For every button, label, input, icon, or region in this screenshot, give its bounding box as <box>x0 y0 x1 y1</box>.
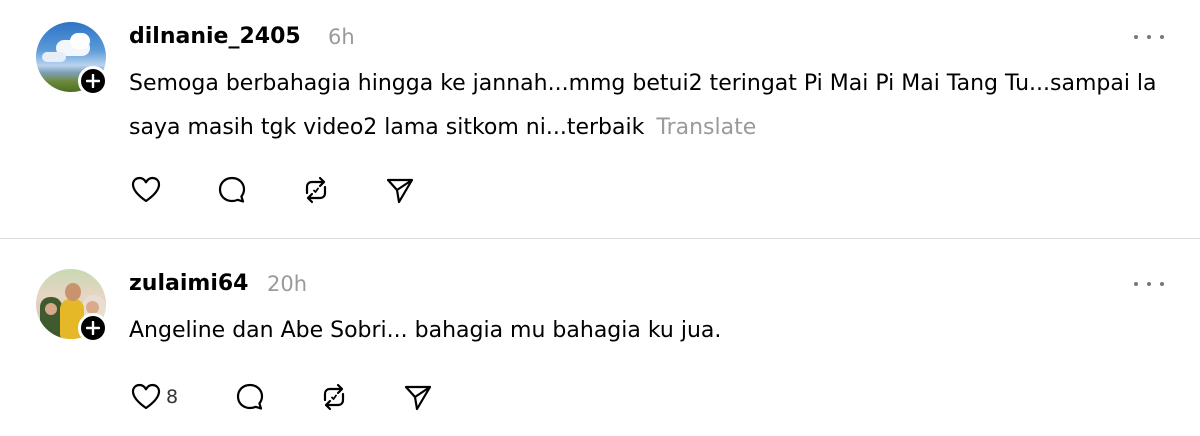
heart-icon <box>131 383 161 410</box>
repost-button[interactable] <box>300 173 332 207</box>
more-options-button[interactable] <box>1134 24 1164 50</box>
plus-icon <box>86 74 100 88</box>
like-count: 8 <box>166 386 179 408</box>
username[interactable]: zulaimi64 <box>129 267 248 301</box>
timestamp: 6h <box>328 25 355 49</box>
reply-button[interactable] <box>234 380 266 414</box>
heart-icon <box>131 176 161 203</box>
more-icon <box>1134 282 1138 286</box>
comment-icon <box>218 176 246 203</box>
share-button[interactable] <box>402 380 434 414</box>
like-button[interactable] <box>130 173 162 207</box>
comment-body: Angeline dan Abe Sobri... bahagia mu bah… <box>129 318 722 343</box>
more-options-button[interactable] <box>1134 271 1164 297</box>
comment-text: Angeline dan Abe Sobri... bahagia mu bah… <box>129 309 1169 353</box>
comment-item: dilnanie_2405 6h Semoga berbahagia hingg… <box>0 0 1200 238</box>
more-icon <box>1134 35 1138 39</box>
follow-button[interactable] <box>78 66 108 96</box>
plus-icon <box>86 321 100 335</box>
repost-icon <box>323 383 345 411</box>
repost-icon <box>305 176 327 204</box>
comment-item: zulaimi64 20h Angeline dan Abe Sobri... … <box>0 239 1200 436</box>
reply-button[interactable] <box>216 173 248 207</box>
comment-icon <box>236 383 264 410</box>
comment-text: Semoga berbahagia hingga ke jannah...mmg… <box>129 62 1169 150</box>
repost-button[interactable] <box>318 380 350 414</box>
translate-link[interactable]: Translate <box>656 115 756 140</box>
share-button[interactable] <box>384 173 416 207</box>
send-icon <box>404 385 432 411</box>
username[interactable]: dilnanie_2405 <box>129 20 301 54</box>
timestamp: 20h <box>267 272 308 296</box>
follow-button[interactable] <box>78 313 108 343</box>
send-icon <box>386 178 414 204</box>
like-button[interactable]: 8 <box>130 380 178 414</box>
comment-body: Semoga berbahagia hingga ke jannah...mmg… <box>129 71 1157 140</box>
